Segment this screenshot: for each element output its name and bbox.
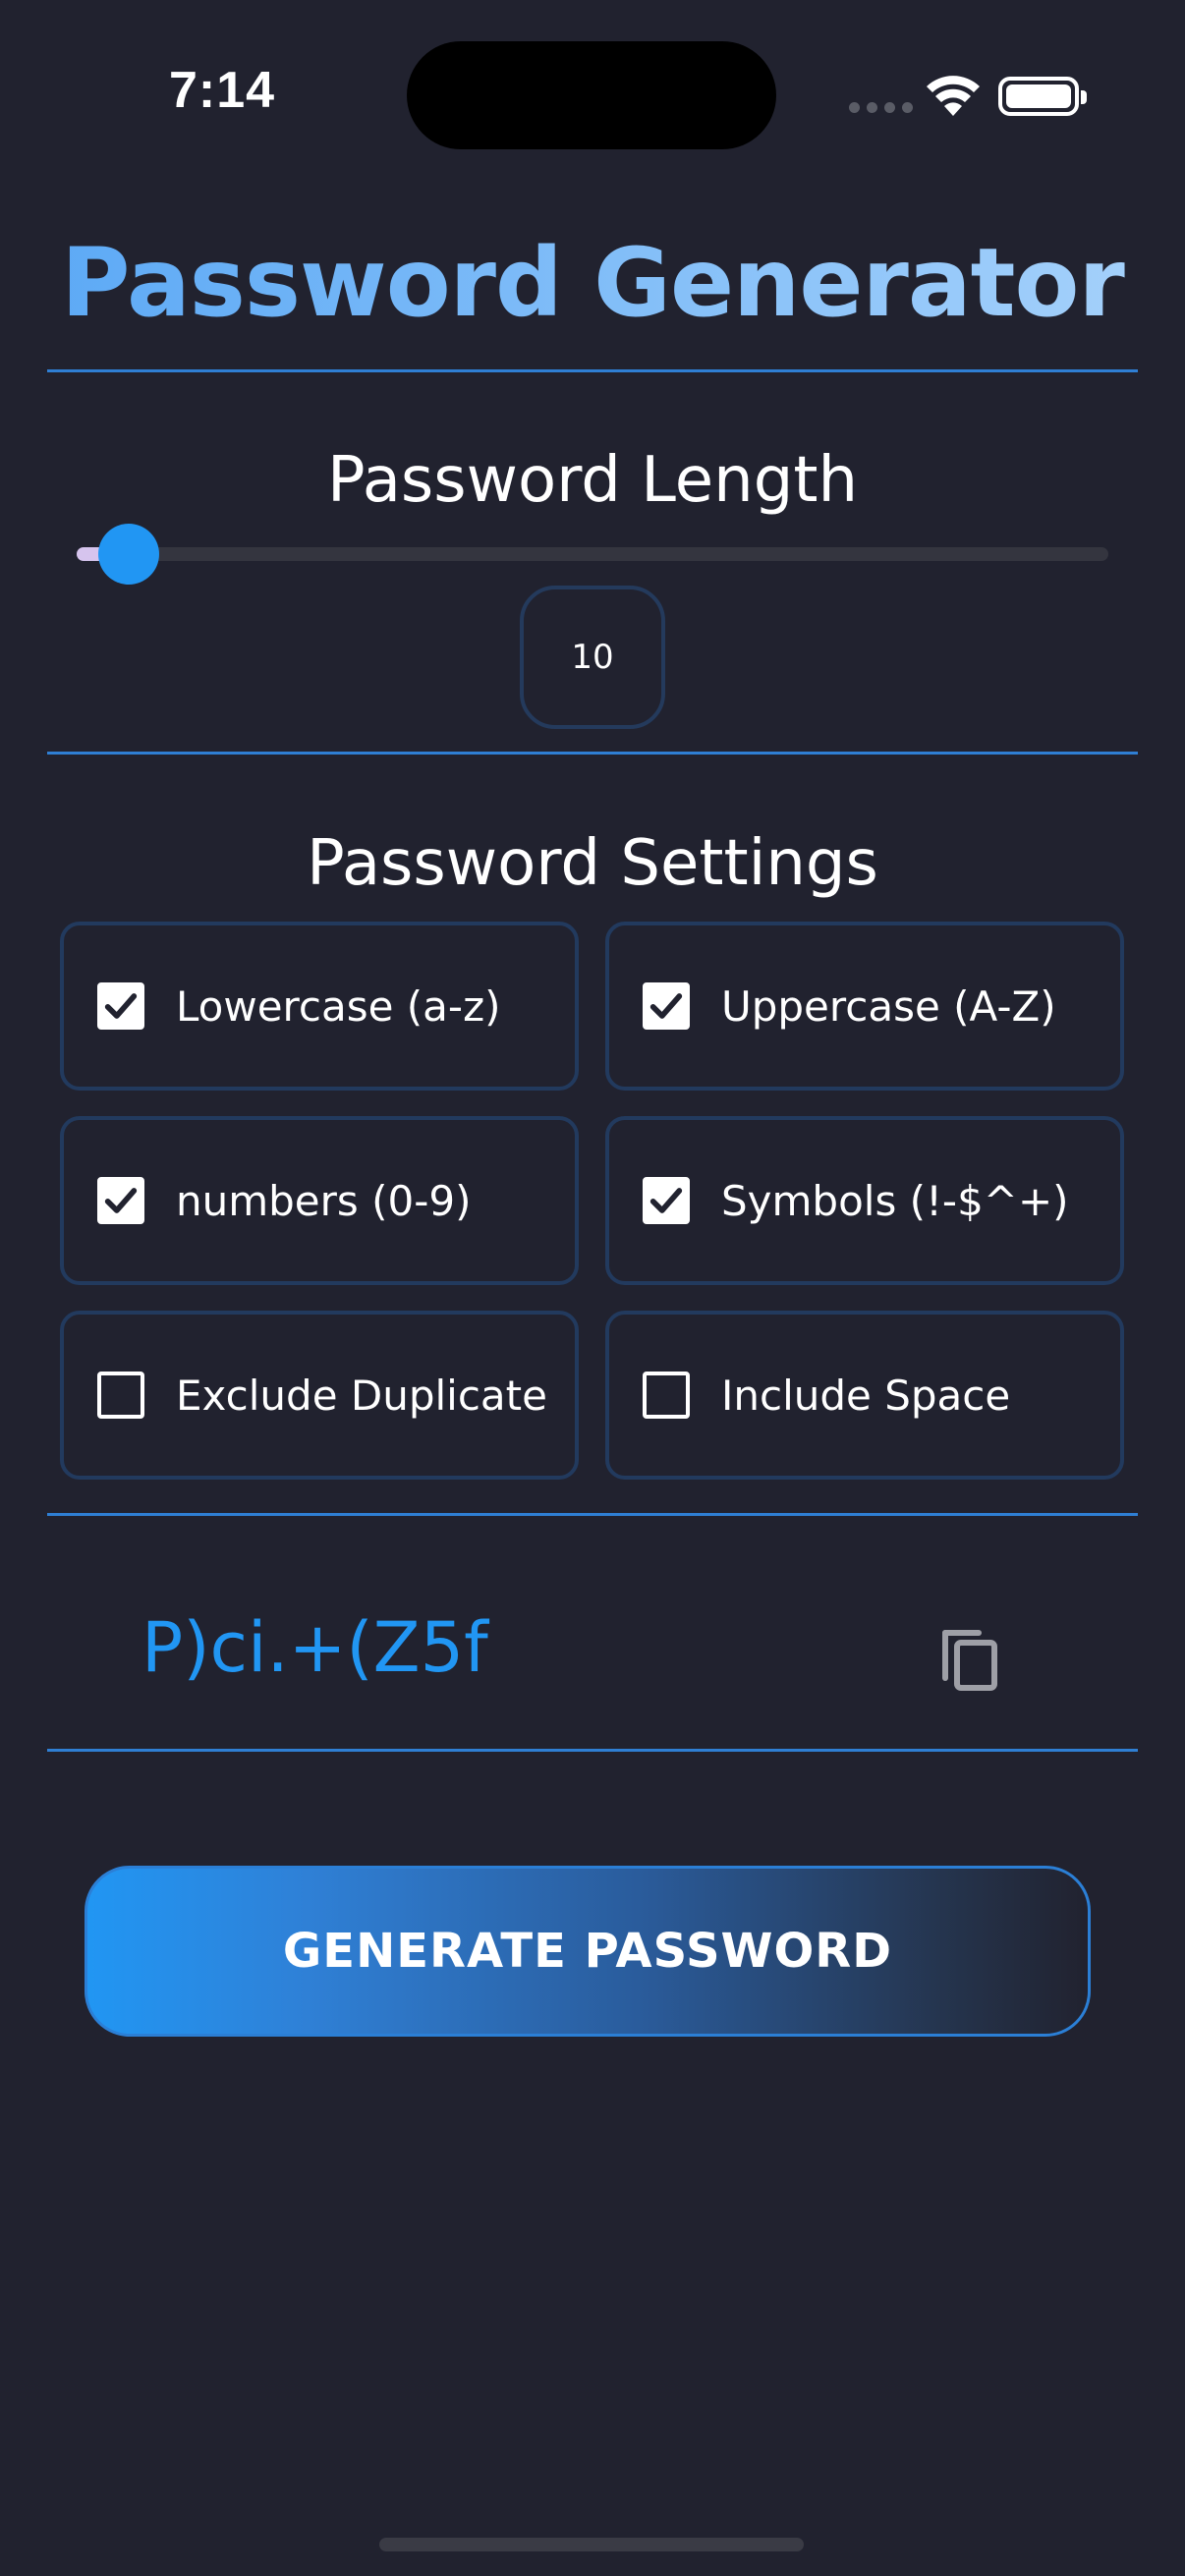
- copy-icon[interactable]: [939, 1623, 1002, 1694]
- result-divider: [47, 1749, 1138, 1752]
- settings-divider: [47, 1513, 1138, 1516]
- option-uppercase[interactable]: Uppercase (A-Z): [605, 922, 1124, 1091]
- generate-password-button[interactable]: GENERATE PASSWORD: [85, 1866, 1091, 2037]
- length-slider-track[interactable]: [77, 547, 1108, 561]
- password-generator-screen: 7:14 Password Generator Password Length …: [0, 0, 1185, 2576]
- checkmark-icon: [104, 993, 138, 1019]
- length-slider-thumb[interactable]: [97, 524, 159, 585]
- option-label: Symbols (!-$^+): [721, 1176, 1069, 1225]
- cellular-signal-icon: [849, 102, 913, 113]
- home-indicator: [379, 2538, 804, 2551]
- option-label: numbers (0-9): [176, 1176, 472, 1225]
- password-length-heading: Password Length: [326, 444, 859, 517]
- page-title: Password Generator: [0, 228, 1185, 338]
- checkbox-uppercase[interactable]: [643, 982, 690, 1030]
- checkbox-include-space[interactable]: [643, 1372, 690, 1419]
- title-divider: [47, 369, 1138, 372]
- option-exclude-duplicate[interactable]: Exclude Duplicate: [60, 1311, 579, 1480]
- option-label: Include Space: [721, 1371, 1011, 1420]
- option-label: Uppercase (A-Z): [721, 981, 1056, 1031]
- generated-password[interactable]: P)ci.+(Z5f: [141, 1607, 488, 1688]
- wifi-icon: [927, 76, 980, 116]
- status-time: 7:14: [169, 62, 276, 119]
- option-numbers[interactable]: numbers (0-9): [60, 1116, 579, 1285]
- length-divider: [47, 752, 1138, 755]
- option-label: Exclude Duplicate: [176, 1371, 547, 1420]
- dynamic-island: [407, 41, 776, 149]
- length-value-box[interactable]: 10: [520, 586, 665, 729]
- option-include-space[interactable]: Include Space: [605, 1311, 1124, 1480]
- checkmark-icon: [104, 1188, 138, 1213]
- password-settings-heading: Password Settings: [307, 827, 878, 900]
- checkmark-icon: [649, 993, 683, 1019]
- checkbox-lowercase[interactable]: [97, 982, 144, 1030]
- battery-icon: [998, 77, 1087, 116]
- checkbox-exclude-duplicate[interactable]: [97, 1372, 144, 1419]
- option-label: Lowercase (a-z): [176, 981, 501, 1031]
- option-symbols[interactable]: Symbols (!-$^+): [605, 1116, 1124, 1285]
- checkbox-numbers[interactable]: [97, 1177, 144, 1224]
- checkmark-icon: [649, 1188, 683, 1213]
- option-lowercase[interactable]: Lowercase (a-z): [60, 922, 579, 1091]
- checkbox-symbols[interactable]: [643, 1177, 690, 1224]
